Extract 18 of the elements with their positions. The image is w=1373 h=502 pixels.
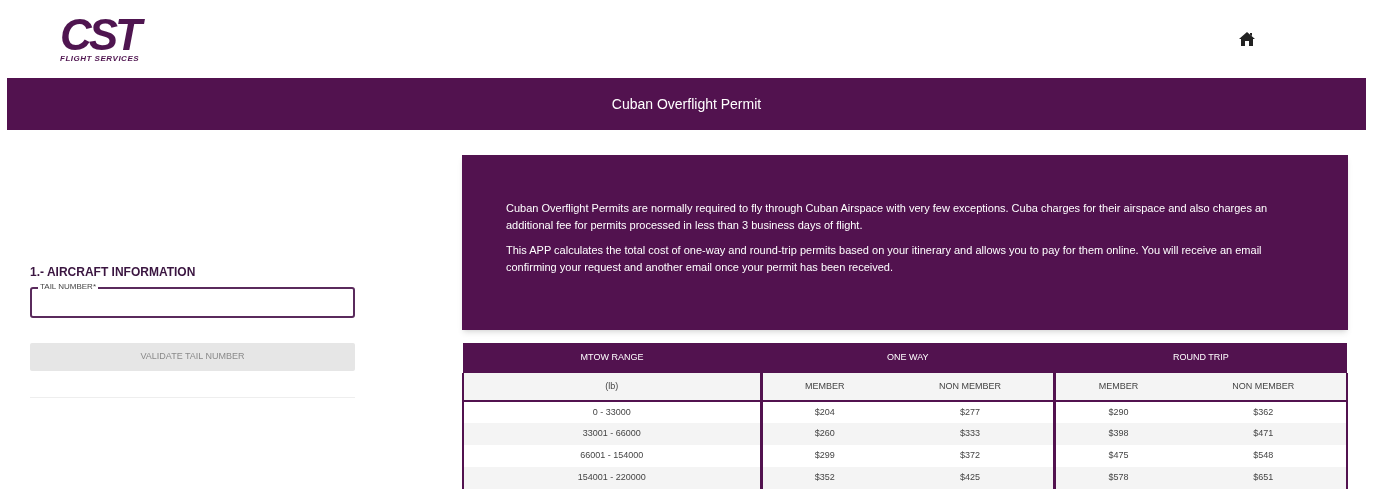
info-paragraph: This APP calculates the total cost of one-way and round-trip permits based on your itinerary and allows you to pay for them online. You will receive an email confirming your request and another email once your permit has been received.: [506, 243, 1263, 275]
table-cell: 154001 - 220000: [463, 467, 761, 489]
table-cell: $352: [761, 467, 887, 489]
logo-subtitle: FLIGHT SERVICES: [60, 55, 140, 63]
table-cell: $578: [1054, 467, 1181, 489]
table-cell: $372: [887, 445, 1055, 467]
page-title: Cuban Overflight Permit: [611, 94, 762, 114]
column-header: NON MEMBER: [887, 373, 1055, 401]
info-paragraph: Cuban Overflight Permits are normally required to fly through Cuban Airspace with very few exceptions. Cuba charges for their airspace and also charges an additional fee for permits processed in less than 3 business days of flight.: [506, 201, 1269, 233]
group-header: MTOW RANGE: [463, 343, 761, 373]
table-cell: $277: [887, 401, 1055, 423]
table-cell: $425: [887, 467, 1055, 489]
table-cell: $651: [1180, 467, 1347, 489]
section-heading: 1.- AIRCRAFT INFORMATION: [30, 264, 197, 281]
group-header: ROUND TRIP: [1054, 343, 1347, 373]
home-icon[interactable]: [1239, 32, 1255, 46]
group-header: ONE WAY: [761, 343, 1055, 373]
table-cell: $333: [887, 423, 1055, 445]
